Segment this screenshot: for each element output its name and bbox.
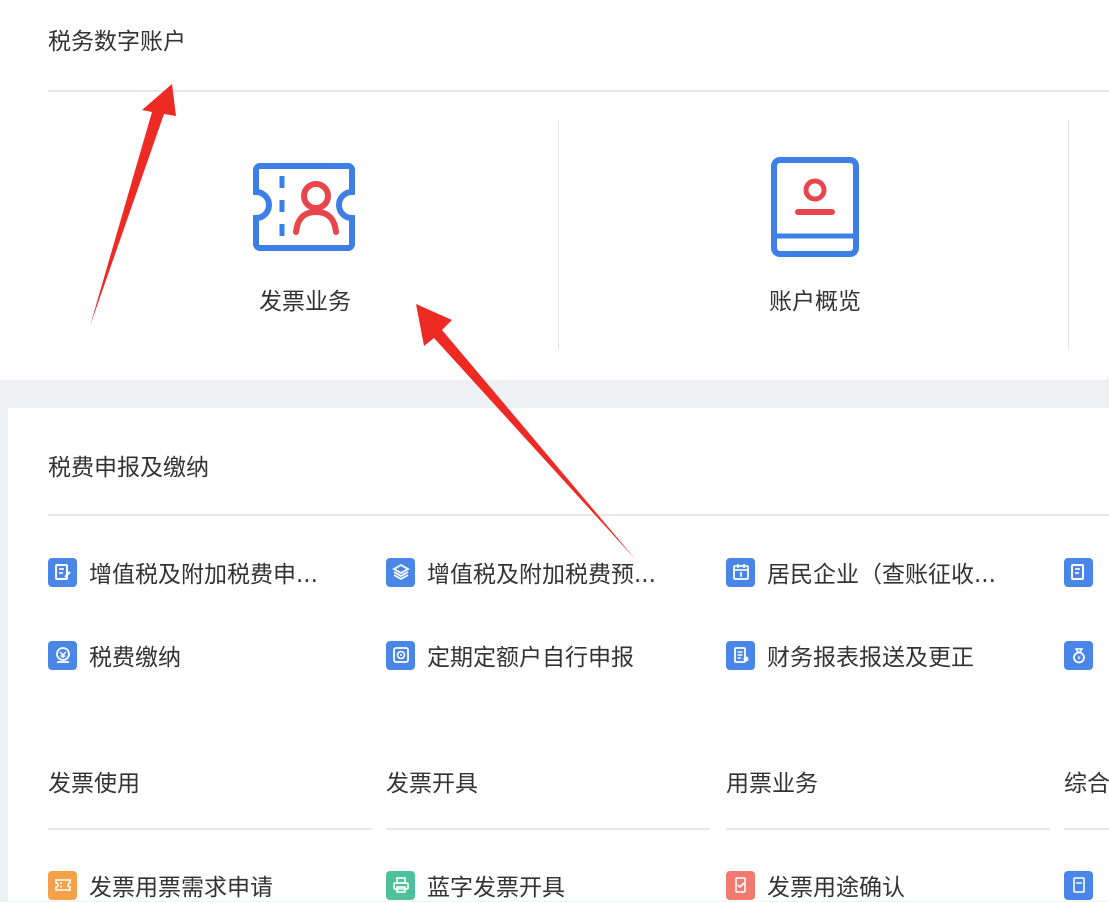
declaration-card: 税费申报及缴纳 增值税及附加税费申... 增值税及附加税费预... 居民企业（查…	[8, 408, 1109, 901]
section-divider	[48, 90, 1109, 92]
group-divider	[386, 828, 710, 830]
svg-text:¥: ¥	[1077, 655, 1081, 662]
menu-item-vat-prepayment[interactable]: 增值税及附加税费预...	[386, 555, 656, 589]
group-title-invoice-use: 发票使用	[48, 771, 140, 797]
tile-divider	[1068, 120, 1069, 350]
tile-label: 发票业务	[259, 289, 351, 315]
group-divider	[1064, 828, 1109, 830]
menu-item-label: 发票用票需求申请	[89, 875, 273, 901]
group-title-ticket-business: 用票业务	[726, 771, 818, 797]
menu-item-vat-declaration[interactable]: 增值税及附加税费申...	[48, 555, 318, 589]
menu-item-more[interactable]	[1064, 555, 1105, 589]
menu-item-fixed-quota[interactable]: 定期定额户自行申报	[386, 638, 634, 672]
section-divider	[48, 514, 1109, 516]
target-doc-icon	[386, 640, 415, 670]
menu-item-label: 税费缴纳	[89, 645, 181, 671]
ticket-user-icon	[253, 163, 355, 251]
tile-label: 账户概览	[769, 289, 861, 315]
digital-account-card: 税务数字账户 发票业务 账户概览	[0, 0, 1109, 380]
printer-icon	[386, 870, 415, 900]
group-divider	[48, 828, 372, 830]
menu-item-more[interactable]: ¥	[1064, 638, 1105, 672]
confirm-doc-icon	[726, 870, 755, 900]
group-title-invoice-issue: 发票开具	[386, 771, 478, 797]
declaration-title: 税费申报及缴纳	[48, 455, 209, 481]
menu-item-blue-invoice-issue[interactable]: 蓝字发票开具	[386, 868, 565, 902]
group-divider	[726, 828, 1050, 830]
tile-invoice-business[interactable]: 发票业务	[100, 120, 510, 350]
menu-item-label: 财务报表报送及更正	[767, 645, 974, 671]
menu-item-resident-enterprise[interactable]: 居民企业（查账征收...	[726, 555, 996, 589]
menu-item-label: 增值税及附加税费申...	[89, 562, 318, 588]
digital-account-title: 税务数字账户	[48, 29, 186, 55]
doc-icon	[1064, 870, 1093, 900]
ticket-apply-icon	[48, 870, 77, 900]
menu-item-financial-report[interactable]: 财务报表报送及更正	[726, 638, 974, 672]
menu-item-more[interactable]	[1064, 868, 1105, 902]
tile-account-overview[interactable]: 账户概览	[610, 120, 1020, 350]
menu-item-label: 定期定额户自行申报	[427, 645, 634, 671]
menu-item-label: 增值税及附加税费预...	[427, 562, 656, 588]
menu-item-label: 蓝字发票开具	[427, 875, 565, 901]
tax-pay-icon	[48, 640, 77, 670]
group-title-comprehensive: 综合	[1064, 771, 1109, 797]
tile-divider	[558, 120, 559, 350]
money-bag-icon: ¥	[1064, 640, 1093, 670]
layers-icon	[386, 557, 415, 587]
account-book-icon	[771, 157, 859, 257]
menu-item-invoice-purpose-confirm[interactable]: 发票用途确认	[726, 868, 905, 902]
menu-item-invoice-demand-apply[interactable]: 发票用票需求申请	[48, 868, 273, 902]
calendar-icon	[726, 557, 755, 587]
menu-item-label: 居民企业（查账征收...	[767, 562, 996, 588]
edit-form-icon	[48, 557, 77, 587]
menu-item-tax-payment[interactable]: 税费缴纳	[48, 638, 181, 672]
menu-item-label: 发票用途确认	[767, 875, 905, 901]
edit-form-icon	[1064, 557, 1093, 587]
report-doc-icon	[726, 640, 755, 670]
